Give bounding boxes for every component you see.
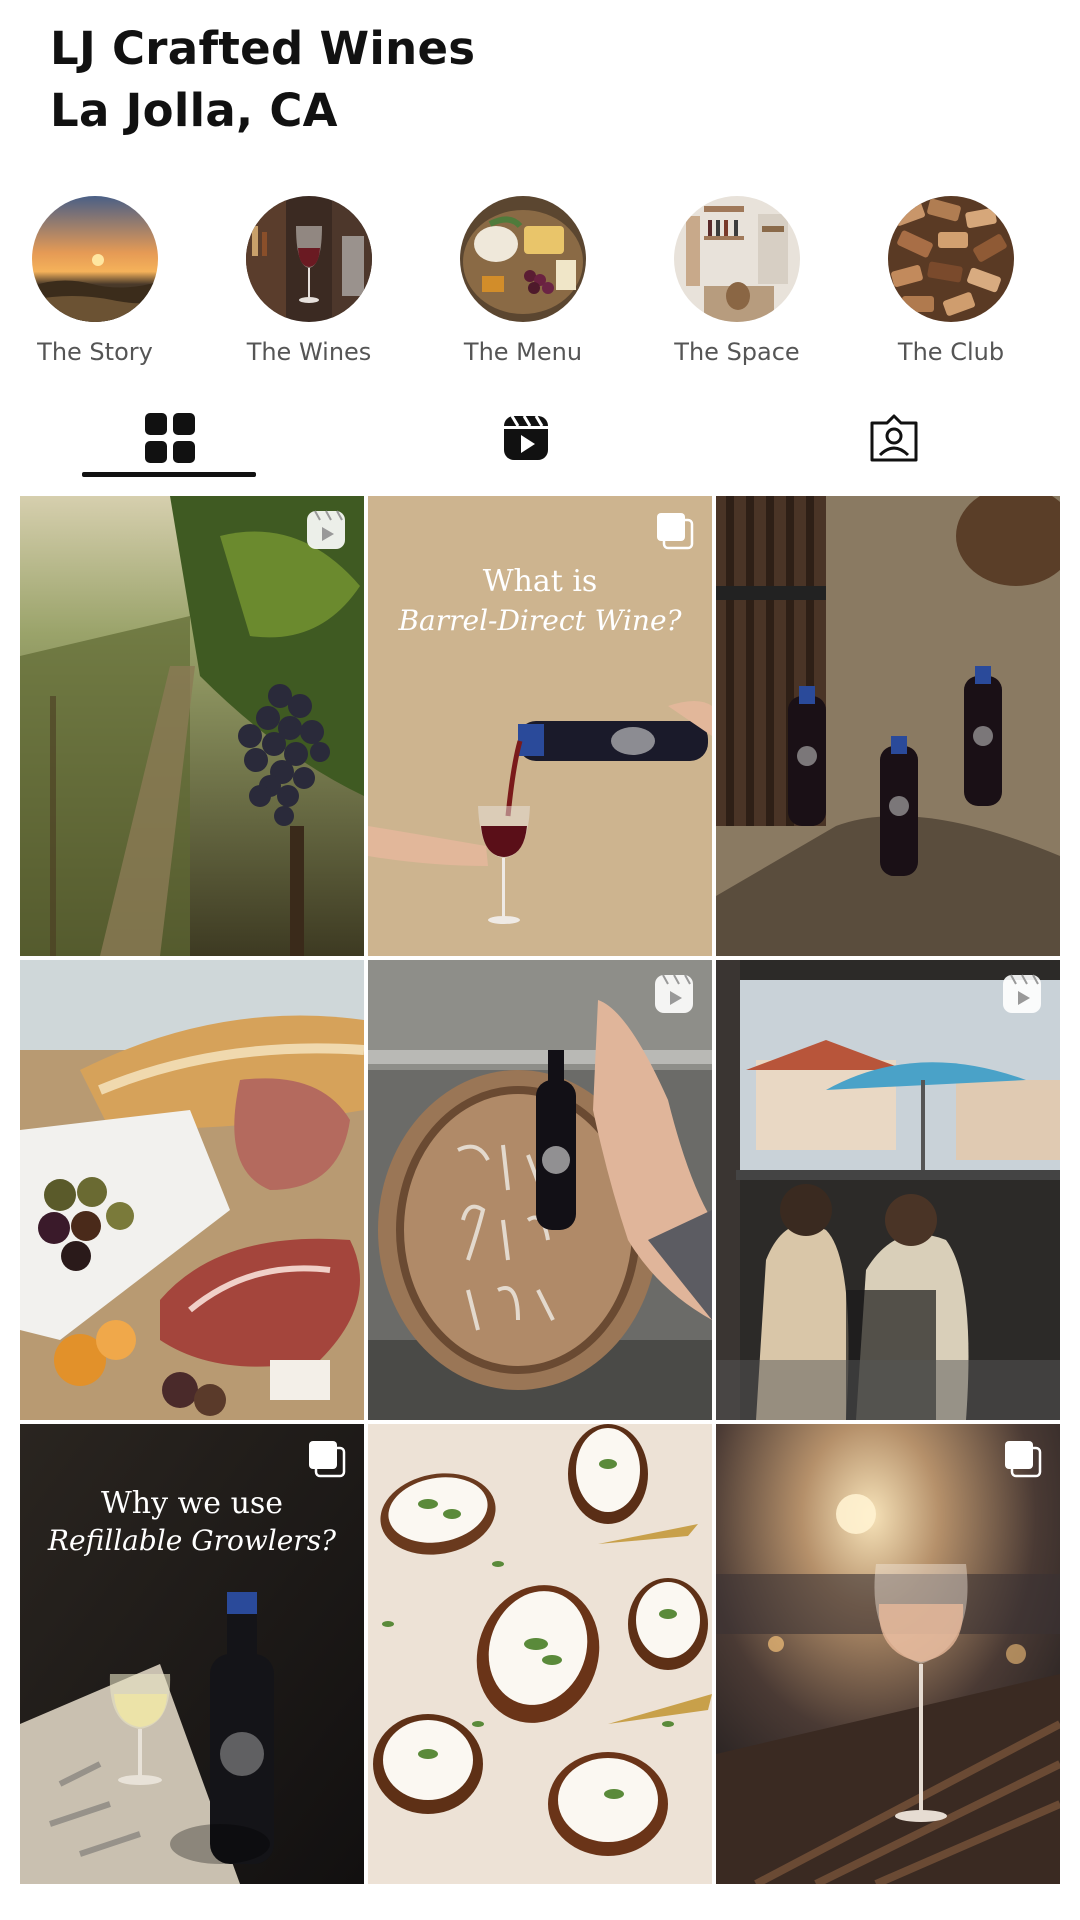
carousel-badge-icon [657,513,694,550]
reels-icon [504,415,548,460]
post-crostini-appetizers[interactable] [368,1424,712,1884]
highlight-label: The Wines [246,338,372,366]
interior-photo [674,196,800,322]
post-overlay-line2: Refillable Growlers? [47,1524,337,1557]
selected-tab-indicator [82,472,256,477]
profile-name: LJ Crafted Wines [50,22,476,75]
highlight-the-menu[interactable]: The Menu [438,196,608,366]
highlight-label: The Story [37,338,153,366]
grid-icon [145,413,195,463]
reel-badge-icon [1003,974,1041,1013]
post-wine-barrel[interactable] [368,960,712,1420]
reel-badge-icon [655,974,693,1013]
post-wine-bottles-on-pavement[interactable] [716,496,1060,956]
highlight-label: The Space [674,338,800,366]
tab-grid[interactable] [80,398,260,478]
carousel-badge-icon [309,1441,346,1478]
highlight-the-story[interactable]: The Story [10,196,180,366]
profile-header: LJ Crafted Wines La Jolla, CA [50,18,475,142]
tab-reels[interactable] [436,398,616,478]
highlight-the-club[interactable]: The Club [866,196,1036,366]
tagged-icon [870,414,918,462]
post-growler-and-glass[interactable]: Why we use Refillable Growlers? [20,1424,364,1884]
highlight-the-wines[interactable]: The Wines [224,196,394,366]
post-charcuterie-board[interactable] [20,960,364,1420]
cheese-board-photo [460,196,586,322]
corks-photo [888,196,1014,322]
carousel-badge-icon [1005,1441,1042,1478]
post-wine-pour[interactable]: What is Barrel-Direct Wine? [368,496,712,956]
post-overlay-line1: Why we use [100,1486,284,1521]
sunset-photo [32,196,158,322]
highlight-label: The Club [897,338,1005,366]
post-overlay-line1: What is [482,564,598,599]
wine-glass-photo [246,196,372,322]
post-vineyard-grapes[interactable] [20,496,364,956]
highlight-label: The Menu [463,338,583,366]
profile-location: La Jolla, CA [50,84,338,137]
tab-tagged[interactable] [804,398,984,478]
highlight-the-space[interactable]: The Space [652,196,822,366]
post-couple-on-patio[interactable] [716,960,1060,1420]
post-wine-glass-sunset[interactable] [716,1424,1060,1884]
post-overlay-line2: Barrel-Direct Wine? [398,604,682,637]
reel-badge-icon [307,510,345,549]
story-highlights: The Story The Wines The Menu The Space T… [0,196,1080,376]
